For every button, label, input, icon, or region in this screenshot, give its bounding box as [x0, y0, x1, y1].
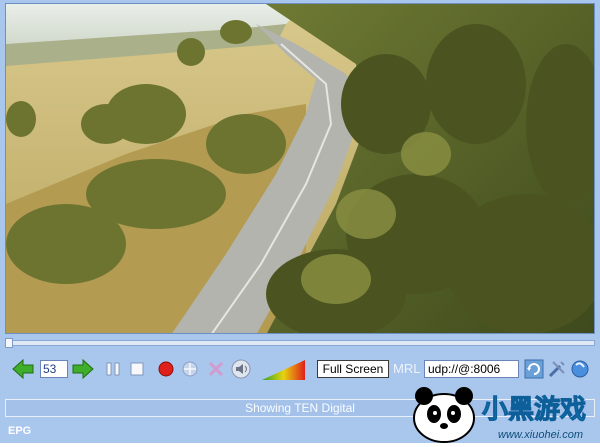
panda-icon — [413, 387, 475, 443]
record-icon[interactable] — [156, 359, 176, 379]
pause-icon[interactable] — [104, 359, 122, 379]
snapshot-icon[interactable] — [180, 359, 200, 379]
fullscreen-button[interactable]: Full Screen — [317, 360, 389, 378]
player-window: Full Screen MRL Showing TEN Digital EPG — [0, 0, 600, 443]
next-channel-icon[interactable] — [72, 359, 94, 379]
refresh-icon[interactable] — [524, 359, 544, 379]
mrl-label: MRL — [393, 361, 421, 376]
volume-icon[interactable] — [230, 359, 252, 379]
seek-thumb[interactable] — [5, 338, 13, 348]
stop-icon[interactable] — [128, 359, 146, 379]
channel-number-input[interactable] — [40, 360, 68, 378]
seek-bar[interactable] — [5, 338, 595, 348]
epg-label[interactable]: EPG — [8, 425, 31, 437]
video-frame-image — [6, 4, 594, 333]
svg-text:www.xiuohei.com: www.xiuohei.com — [498, 429, 583, 441]
svg-text:小黑游戏: 小黑游戏 — [482, 395, 586, 425]
close-icon[interactable] — [206, 359, 226, 379]
seek-track[interactable] — [5, 340, 595, 346]
volume-ramp-icon[interactable] — [262, 359, 306, 380]
prev-channel-icon[interactable] — [12, 359, 34, 379]
settings-icon[interactable] — [547, 359, 567, 379]
mrl-input[interactable] — [424, 360, 519, 378]
video-display[interactable] — [5, 3, 595, 334]
watermark-logo: 小黑游戏 www.xiuohei.com — [410, 378, 600, 443]
info-icon[interactable] — [570, 359, 590, 379]
